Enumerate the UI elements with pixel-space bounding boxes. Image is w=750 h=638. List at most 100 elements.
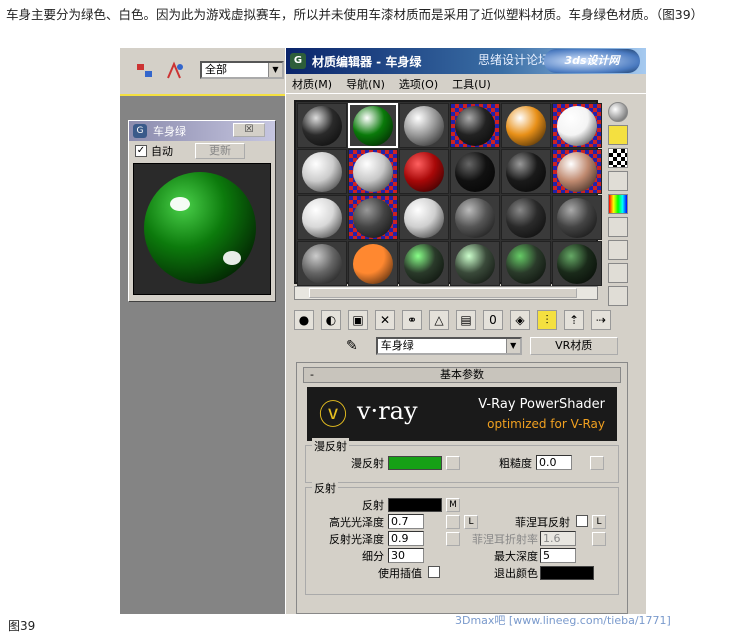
material-slot[interactable] [450,195,500,240]
material-slot[interactable] [297,195,347,240]
hilight-map-button[interactable] [446,514,460,529]
roughness-map-button[interactable] [590,455,604,470]
material-slot[interactable] [552,103,602,148]
reflect-gloss-spinner[interactable]: 0.9 [388,531,424,546]
material-slot[interactable] [348,195,398,240]
go-forward-icon[interactable]: ⇢ [591,310,611,330]
fresnel-ior-spinner[interactable]: 1.6 [540,531,576,546]
basic-params-rollout[interactable]: - 基本参数 [303,367,621,383]
diffuse-map-button[interactable] [446,455,460,470]
material-navigator-icon[interactable] [608,286,628,306]
preview-title-bar[interactable]: G 车身绿 ☒ [129,121,275,141]
material-slot[interactable] [399,149,449,194]
collapse-icon: - [310,368,314,381]
exit-color-swatch[interactable] [540,565,594,580]
named-selection-icon[interactable] [164,60,186,82]
pick-material-icon[interactable]: ✎ [346,338,358,354]
material-slot[interactable] [399,103,449,148]
backlight-icon[interactable] [608,125,628,145]
material-slot[interactable] [552,195,602,240]
reflect-gloss-map-button[interactable] [446,531,460,546]
uv-tiling-icon[interactable] [608,171,628,191]
make-copy-icon[interactable]: ⚭ [402,310,422,330]
material-type-button[interactable]: VR材质 [529,337,618,355]
menu-navigation[interactable]: 导航(N) [346,76,385,92]
scrollbar-thumb[interactable] [309,288,577,298]
vray-line1: V-Ray PowerShader [478,397,605,412]
show-end-result-icon[interactable]: ⫶ [537,310,557,330]
preview-sphere [144,172,256,284]
roughness-spinner[interactable]: 0.0 [536,455,572,470]
make-unique-icon[interactable]: △ [429,310,449,330]
vray-logo-text: v·ray [357,397,418,425]
material-slot[interactable] [501,149,551,194]
material-sphere [404,197,444,238]
show-map-icon[interactable]: ◈ [510,310,530,330]
material-editor-window[interactable]: G 材质编辑器 - 车身绿 思绪设计论坛 3ds设计网 材质(M) 导航(N) … [285,48,646,614]
material-slot[interactable] [450,103,500,148]
go-to-parent-icon[interactable]: ⇡ [564,310,584,330]
options-icon[interactable] [608,240,628,260]
auto-checkbox[interactable]: ✓ [135,145,147,157]
video-color-check-icon[interactable] [608,194,628,214]
reflection-color-swatch[interactable] [388,497,442,512]
fresnel-lock-button[interactable]: L [592,514,606,529]
update-button[interactable]: 更新 [195,143,245,159]
diffuse-color-swatch[interactable] [388,455,442,470]
material-slot[interactable] [450,241,500,286]
material-sphere [455,151,495,192]
material-slot[interactable] [297,241,347,286]
material-slot[interactable] [297,103,347,148]
menu-tools[interactable]: 工具(U) [452,76,491,92]
subdivs-spinner[interactable]: 30 [388,548,424,563]
material-effects-channel-icon[interactable]: 0 [483,310,503,330]
menu-material[interactable]: 材质(M) [292,76,332,92]
preview-window[interactable]: G 车身绿 ☒ ✓ 自动 更新 [128,120,276,302]
material-slot[interactable] [501,103,551,148]
material-sphere [455,197,495,238]
use-interpolation-checkbox[interactable] [428,566,440,578]
fresnel-ior-map-button[interactable] [592,531,606,546]
make-preview-icon[interactable] [608,217,628,237]
preview-title: 车身绿 [153,125,186,138]
chevron-down-icon: ▼ [505,339,520,353]
material-slot[interactable] [552,241,602,286]
select-icon[interactable] [134,60,156,82]
hilight-gloss-spinner[interactable]: 0.7 [388,514,424,529]
material-slot[interactable] [552,149,602,194]
put-to-library-icon[interactable]: ▤ [456,310,476,330]
material-slot[interactable] [348,103,398,148]
material-slot[interactable] [399,195,449,240]
fresnel-checkbox[interactable] [576,515,588,527]
material-sphere [557,151,597,192]
background-icon[interactable] [608,148,628,168]
sample-type-icon[interactable] [608,102,628,122]
slots-scrollbar[interactable] [294,286,598,300]
menu-options[interactable]: 选项(O) [399,76,438,92]
main-toolbar: 全部 ▼ [120,48,286,96]
material-slot[interactable] [450,149,500,194]
select-by-material-icon[interactable] [608,263,628,283]
material-slot[interactable] [501,195,551,240]
reflection-map-button[interactable]: M [446,497,460,512]
material-slot[interactable] [348,149,398,194]
material-name-field[interactable]: 车身绿 ▼ [375,337,522,355]
material-slot[interactable] [348,241,398,286]
material-sphere [455,105,495,146]
selection-filter-dropdown[interactable]: 全部 ▼ [200,61,284,79]
material-sphere [302,197,342,238]
material-slot[interactable] [399,241,449,286]
vray-logo-icon: ⓥ [319,398,348,431]
editor-title-bar[interactable]: G 材质编辑器 - 车身绿 思绪设计论坛 3ds设计网 [286,48,646,74]
close-icon[interactable]: ☒ [233,123,265,137]
menu-bar: 材质(M) 导航(N) 选项(O) 工具(U) [286,74,646,94]
material-slot[interactable] [501,241,551,286]
assign-to-selection-icon[interactable]: ▣ [348,310,368,330]
fresnel-ior-label: 菲涅耳折射率 [472,532,538,546]
get-material-icon[interactable]: ● [294,310,314,330]
put-to-scene-icon[interactable]: ◐ [321,310,341,330]
material-slot[interactable] [297,149,347,194]
max-depth-spinner[interactable]: 5 [540,548,576,563]
reset-icon[interactable]: ✕ [375,310,395,330]
hilight-lock-button[interactable]: L [464,514,478,529]
